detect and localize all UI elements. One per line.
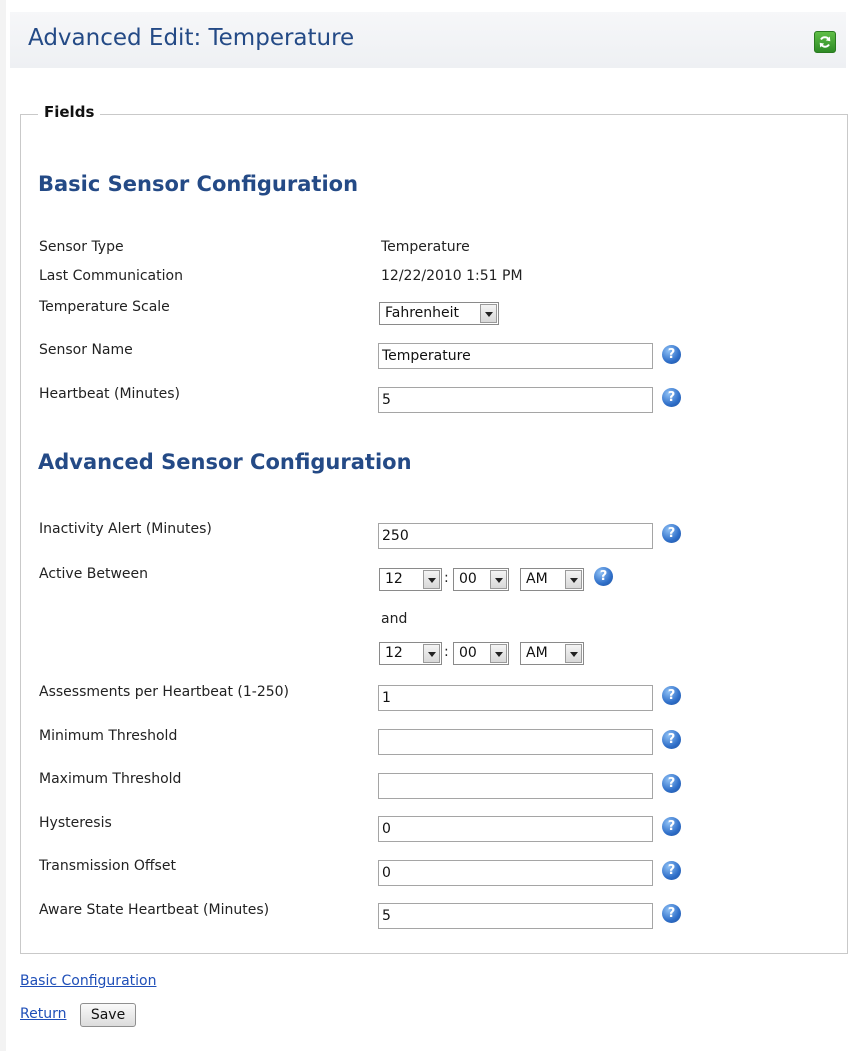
start-minute-selected: 00 [459, 571, 477, 587]
help-icon[interactable]: ? [662, 524, 681, 543]
sensor-name-input[interactable]: Temperature [378, 343, 653, 369]
chevron-down-icon [565, 644, 582, 663]
page-header: Advanced Edit: Temperature [10, 12, 846, 68]
temperature-scale-label: Temperature Scale [39, 299, 170, 315]
chevron-down-icon [565, 570, 582, 589]
sensor-name-label: Sensor Name [39, 342, 133, 358]
min-threshold-input[interactable] [378, 729, 653, 755]
assessments-label: Assessments per Heartbeat (1-250) [39, 684, 290, 700]
refresh-icon [819, 36, 831, 48]
min-threshold-label: Minimum Threshold [39, 728, 178, 744]
end-hour-selected: 12 [385, 645, 403, 661]
fields-legend: Fields [38, 103, 101, 121]
heartbeat-label: Heartbeat (Minutes) [39, 386, 181, 402]
end-minute-select[interactable]: 00 [453, 642, 509, 665]
start-hour-selected: 12 [385, 571, 403, 587]
start-hour-select[interactable]: 12 [379, 568, 442, 591]
chevron-down-icon [490, 644, 507, 663]
end-hour-select[interactable]: 12 [379, 642, 442, 665]
sensor-type-value: Temperature [381, 239, 470, 255]
temperature-scale-select[interactable]: Fahrenheit [379, 302, 499, 325]
basic-configuration-link[interactable]: Basic Configuration [20, 973, 156, 989]
heartbeat-input[interactable]: 5 [378, 387, 653, 413]
help-icon[interactable]: ? [594, 567, 613, 586]
inactivity-alert-label: Inactivity Alert (Minutes) [39, 521, 212, 537]
assessments-input[interactable]: 1 [378, 685, 653, 711]
end-ampm-selected: AM [526, 645, 548, 661]
help-icon[interactable]: ? [662, 686, 681, 705]
page-title: Advanced Edit: Temperature [28, 25, 355, 51]
help-icon[interactable]: ? [662, 345, 681, 364]
time-separator: : [444, 570, 449, 586]
and-label: and [381, 611, 408, 627]
start-ampm-select[interactable]: AM [520, 568, 584, 591]
start-minute-select[interactable]: 00 [453, 568, 509, 591]
return-link[interactable]: Return [20, 1006, 66, 1022]
help-icon[interactable]: ? [662, 861, 681, 880]
transmission-offset-input[interactable]: 0 [378, 860, 653, 886]
page-edge [0, 0, 6, 1051]
max-threshold-label: Maximum Threshold [39, 771, 182, 787]
end-minute-selected: 00 [459, 645, 477, 661]
temperature-scale-selected: Fahrenheit [385, 305, 460, 321]
chevron-down-icon [423, 570, 440, 589]
hysteresis-input[interactable]: 0 [378, 816, 653, 842]
aware-state-heartbeat-input[interactable]: 5 [378, 903, 653, 929]
help-icon[interactable]: ? [662, 817, 681, 836]
save-button[interactable]: Save [80, 1003, 136, 1027]
sensor-type-label: Sensor Type [39, 239, 124, 255]
inactivity-alert-input[interactable]: 250 [378, 523, 653, 549]
active-between-label: Active Between [39, 566, 149, 582]
start-ampm-selected: AM [526, 571, 548, 587]
last-communication-label: Last Communication [39, 268, 183, 284]
time-separator: : [444, 644, 449, 660]
chevron-down-icon [423, 644, 440, 663]
chevron-down-icon [490, 570, 507, 589]
basic-config-heading: Basic Sensor Configuration [38, 172, 359, 196]
refresh-button[interactable] [814, 31, 836, 53]
hysteresis-label: Hysteresis [39, 815, 112, 831]
help-icon[interactable]: ? [662, 730, 681, 749]
advanced-config-heading: Advanced Sensor Configuration [38, 450, 412, 474]
help-icon[interactable]: ? [662, 774, 681, 793]
max-threshold-input[interactable] [378, 773, 653, 799]
end-ampm-select[interactable]: AM [520, 642, 584, 665]
chevron-down-icon [480, 304, 497, 323]
help-icon[interactable]: ? [662, 904, 681, 923]
help-icon[interactable]: ? [662, 388, 681, 407]
last-communication-value: 12/22/2010 1:51 PM [381, 268, 523, 284]
transmission-offset-label: Transmission Offset [39, 858, 176, 874]
aware-state-heartbeat-label: Aware State Heartbeat (Minutes) [39, 902, 270, 918]
